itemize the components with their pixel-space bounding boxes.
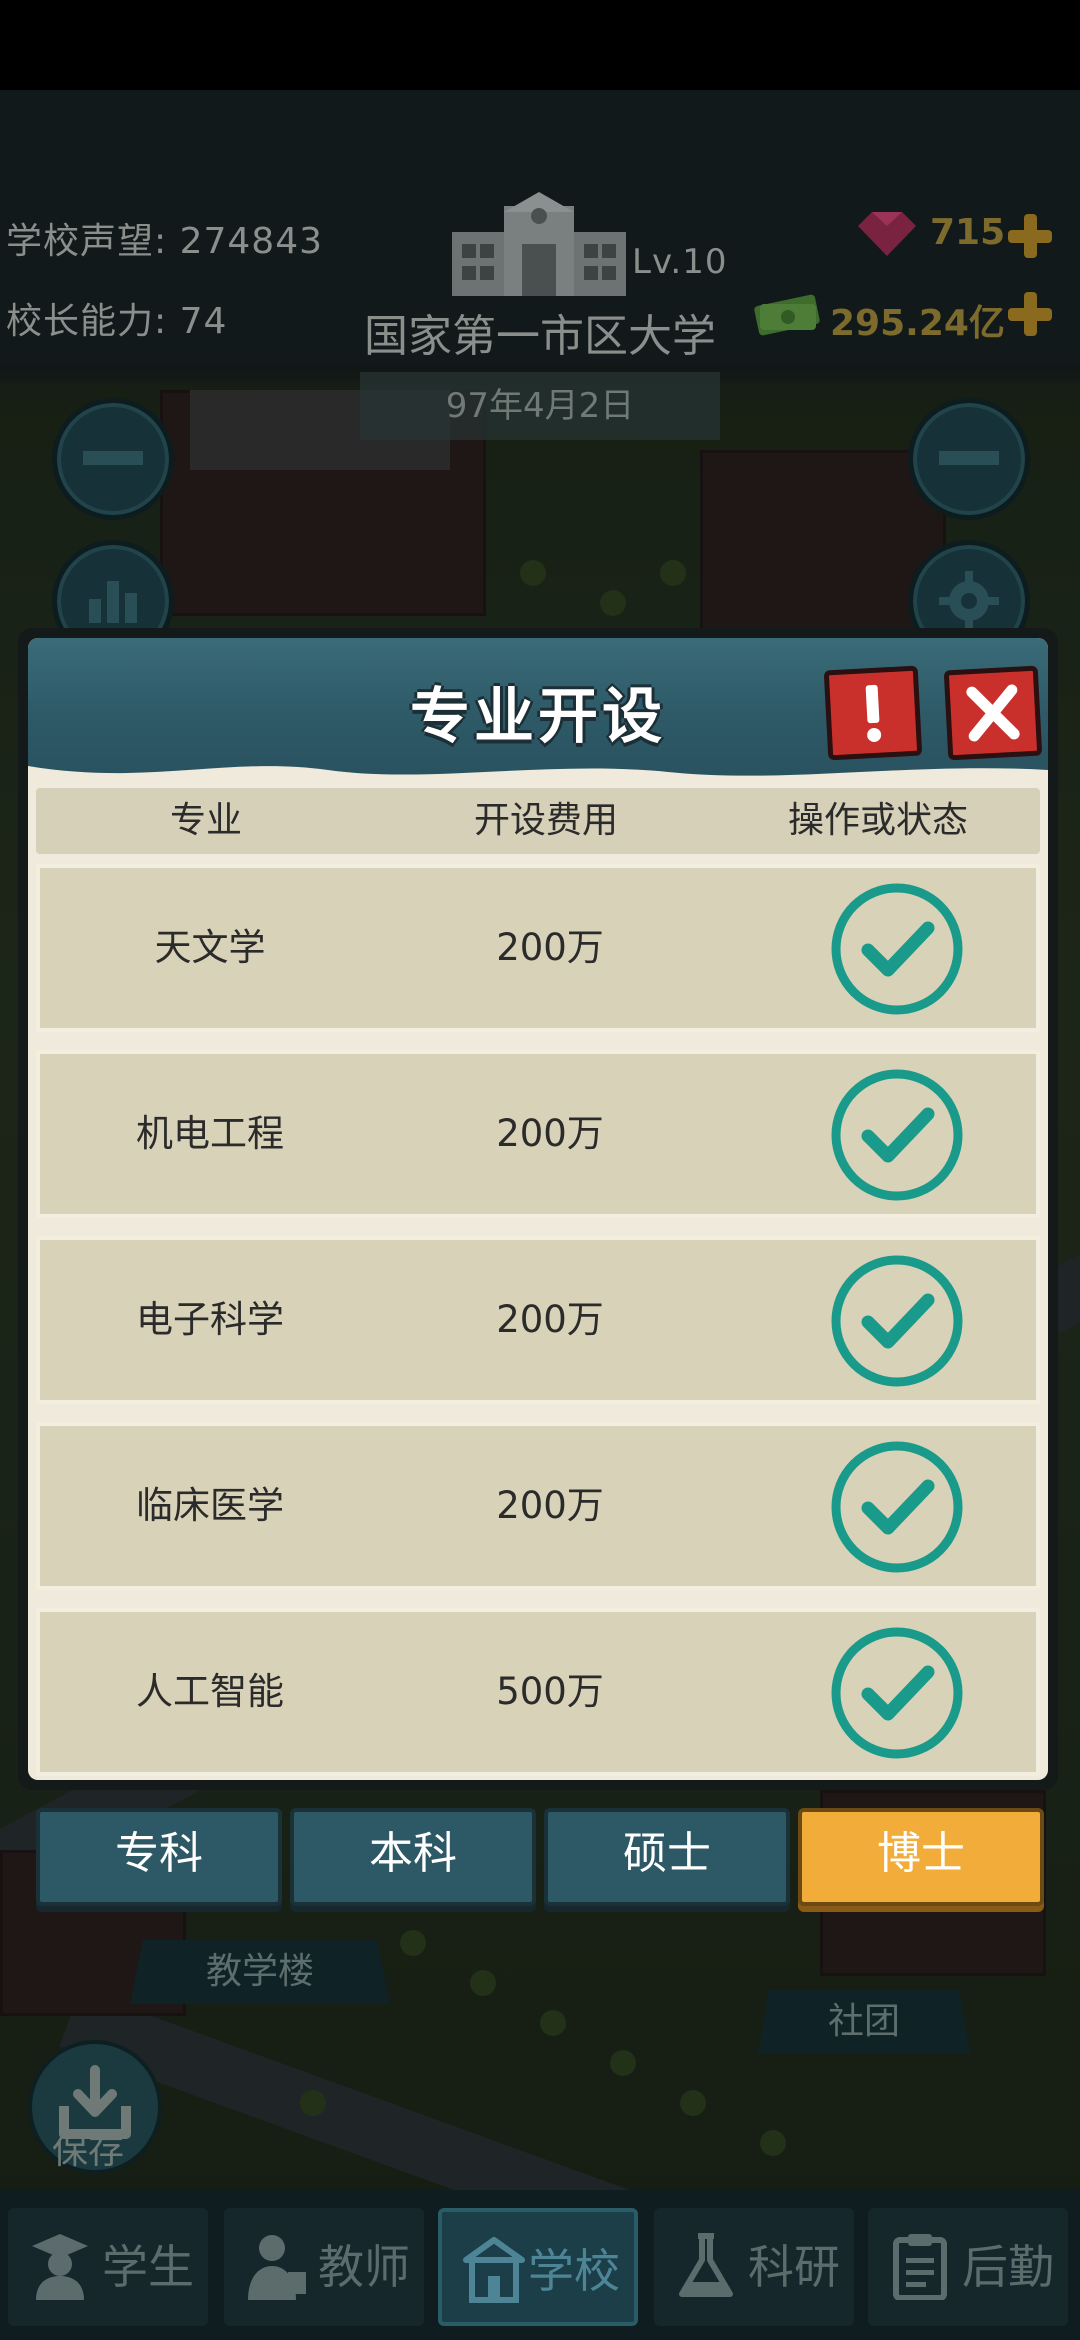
dialog-body: 专业开设 专业 开设费用 操作或状态 天文学 200万 机电工程 200万 电子… — [28, 638, 1048, 1780]
nav-student-label: 学生 — [102, 2240, 194, 2294]
major-cost: 200万 — [496, 1484, 604, 1527]
tab-master[interactable]: 硕士 — [544, 1808, 790, 1906]
tab-bachelor[interactable]: 本科 — [290, 1808, 536, 1906]
major-cost: 500万 — [496, 1670, 604, 1713]
nav-teacher-label: 教师 — [318, 2240, 410, 2294]
close-icon — [966, 684, 1020, 742]
reputation-stat: 学校声望: 274843 — [6, 212, 323, 264]
game-date: 97年4月2日 — [360, 372, 720, 440]
zoom-out-button-left[interactable] — [52, 398, 174, 520]
major-name: 人工智能 — [136, 1670, 284, 1713]
table-header: 专业 开设费用 操作或状态 — [36, 788, 1040, 854]
add-gems-icon[interactable] — [1006, 212, 1054, 260]
gem-icon — [858, 212, 916, 256]
clipboard-icon — [893, 2234, 947, 2300]
table-row: 天文学 200万 — [36, 864, 1040, 1032]
check-circle-icon — [831, 1069, 963, 1201]
minus-icon — [939, 451, 999, 465]
check-circle-icon — [831, 1627, 963, 1759]
school-building-icon — [452, 192, 626, 296]
exclamation-icon — [865, 684, 882, 742]
nav-teacher[interactable]: 教师 — [224, 2208, 424, 2326]
major-list: 天文学 200万 机电工程 200万 电子科学 200万 临床医学 200万 人… — [36, 864, 1040, 1780]
cash-icon — [754, 294, 820, 336]
bottom-navigation: 学生 教师 学校 科研 后勤 — [0, 2190, 1080, 2340]
tab-associate[interactable]: 专科 — [36, 1808, 282, 1906]
nav-logistics-label: 后勤 — [962, 2240, 1054, 2294]
nav-research[interactable]: 科研 — [654, 2208, 854, 2326]
check-circle-icon — [831, 1255, 963, 1387]
tab-doctorate[interactable]: 博士 — [798, 1808, 1044, 1906]
money-amount: 295.24亿 — [830, 303, 1005, 344]
column-header-major: 专业 — [169, 800, 242, 841]
minus-icon — [83, 451, 143, 465]
table-row: 人工智能 500万 — [36, 1608, 1040, 1776]
nav-student[interactable]: 学生 — [8, 2208, 208, 2326]
teacher-icon — [248, 2235, 306, 2300]
major-cost: 200万 — [496, 1112, 604, 1155]
nav-logistics[interactable]: 后勤 — [868, 2208, 1068, 2326]
nav-school[interactable]: 学校 — [438, 2208, 638, 2326]
gear-icon — [939, 571, 999, 631]
major-name: 天文学 — [154, 926, 266, 969]
column-header-status: 操作或状态 — [787, 800, 968, 841]
major-cost: 200万 — [496, 1298, 604, 1341]
table-row: 临床医学 200万 — [36, 1422, 1040, 1590]
major-name: 电子科学 — [136, 1298, 284, 1341]
column-header-cost: 开设费用 — [473, 800, 618, 841]
gem-count: 715 — [930, 212, 1006, 253]
close-button[interactable] — [943, 665, 1043, 761]
map-label-teaching-building[interactable]: 教学楼 — [130, 1940, 390, 2004]
add-money-icon[interactable] — [1006, 290, 1054, 338]
bar-chart-icon — [89, 581, 137, 623]
major-setup-dialog: 专业开设 专业 开设费用 操作或状态 天文学 200万 机电工程 200万 电子… — [18, 628, 1058, 1790]
map-label-club[interactable]: 社团 — [758, 1990, 970, 2054]
reputation-label: 学校声望: — [6, 221, 168, 262]
flask-icon — [679, 2233, 733, 2297]
game-screen: 学校声望: 274843 校长能力: 74 Lv.10 国家第一市区大学 97年… — [0, 0, 1080, 2340]
zoom-out-button-right[interactable] — [908, 398, 1030, 520]
major-name: 机电工程 — [136, 1112, 284, 1155]
nav-school-label: 学校 — [528, 2244, 620, 2298]
check-circle-icon — [831, 883, 963, 1015]
major-name: 临床医学 — [136, 1484, 284, 1527]
status-bar — [0, 0, 1080, 90]
student-icon — [32, 2234, 88, 2300]
check-circle-icon — [831, 1441, 963, 1573]
major-cost: 200万 — [496, 926, 604, 969]
reputation-value: 274843 — [179, 221, 324, 262]
school-level: Lv.10 — [632, 242, 728, 282]
info-button[interactable] — [823, 665, 923, 761]
school-icon — [463, 2237, 525, 2303]
save-label: 保存 — [52, 2131, 125, 2172]
table-row: 机电工程 200万 — [36, 1050, 1040, 1218]
table-row: 电子科学 200万 — [36, 1236, 1040, 1404]
nav-research-label: 科研 — [748, 2240, 840, 2294]
